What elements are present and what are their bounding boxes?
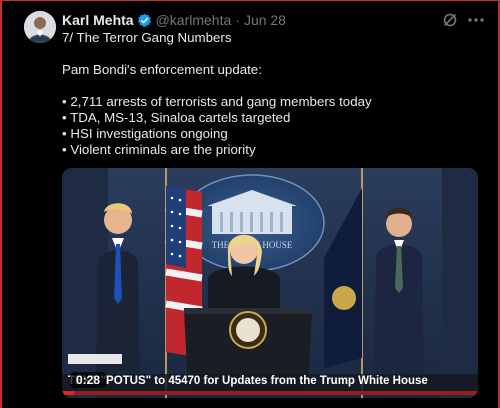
tweet-header: Karl Mehta @karlmehta · Jun 28 [62, 10, 286, 30]
author-name[interactable]: Karl Mehta [62, 12, 134, 28]
avatar[interactable] [24, 11, 56, 43]
tweet-line-heading: 7/ The Terror Gang Numbers [62, 30, 232, 45]
caption-banner-text: TEXT "POTUS" to 45470 for Updates from t… [68, 375, 428, 387]
video-player[interactable]: THE WHITE HOUSE [62, 168, 478, 398]
caption-banner: TEXT "POTUS" to 45470 for Updates from t… [62, 374, 478, 391]
more-options-icon[interactable] [466, 12, 486, 28]
grok-icon[interactable] [442, 12, 458, 28]
video-progress-fill [62, 391, 75, 395]
tweet-bullet-cartels: • TDA, MS-13, Sinaloa cartels targeted [62, 110, 291, 125]
tweet-body: 7/ The Terror Gang Numbers Pam Bondi's e… [62, 30, 482, 158]
tweet-bullet-hsi: • HSI investigations ongoing [62, 126, 228, 141]
tweet-bullet-arrests: • 2,711 arrests of terrorists and gang m… [62, 94, 372, 109]
video-time-badge: 0:28 [70, 372, 107, 388]
author-handle[interactable]: @karlmehta [156, 12, 232, 28]
separator-dot: · [235, 12, 240, 28]
tweet-date[interactable]: Jun 28 [244, 12, 286, 28]
tweet-bullet-priority: • Violent criminals are the priority [62, 142, 256, 157]
video-frame-scene: THE WHITE HOUSE [62, 168, 478, 398]
tweet-line-intro: Pam Bondi's enforcement update: [62, 62, 262, 77]
video-progress-bar[interactable] [62, 391, 478, 395]
verified-badge-icon [137, 13, 152, 28]
